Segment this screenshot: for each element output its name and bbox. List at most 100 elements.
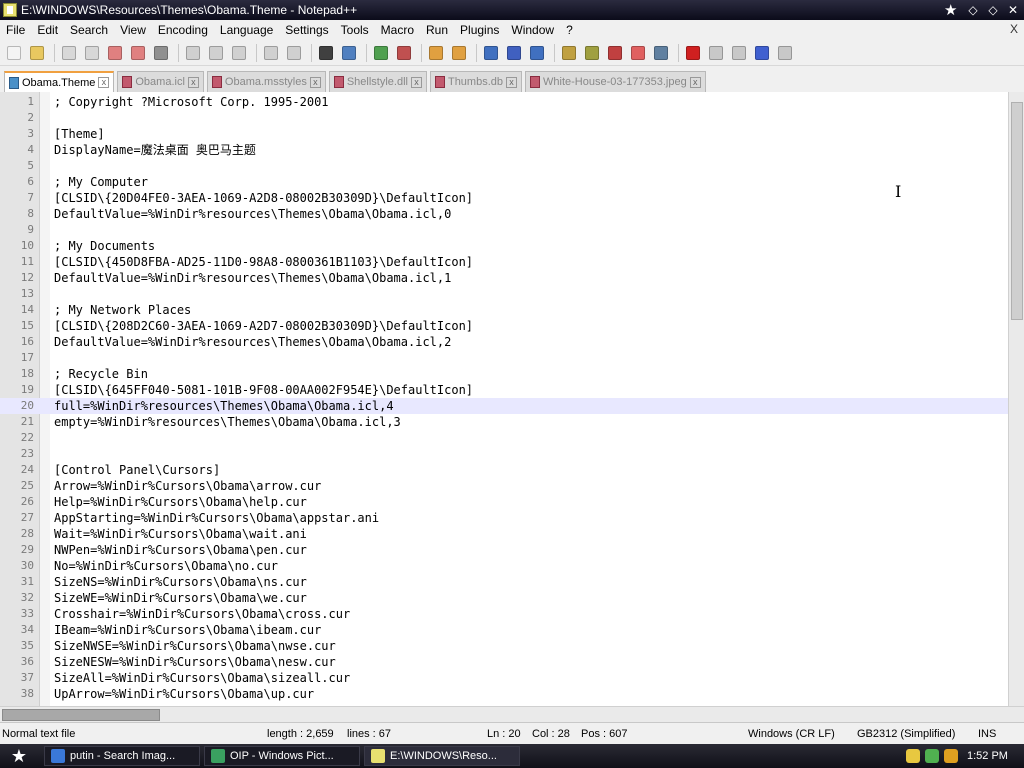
menu-plugins[interactable]: Plugins — [454, 23, 505, 37]
tab-white-house-03-177353-jpeg[interactable]: White-House-03-177353.jpeg x — [525, 71, 706, 92]
menu-macro[interactable]: Macro — [375, 23, 420, 37]
line-text[interactable]: SizeNWSE=%WinDir%Cursors\Obama\nwse.cur — [54, 638, 336, 654]
line-text[interactable]: [CLSID\{450D8FBA-AD25-11D0-98A8-0800361B… — [54, 254, 473, 270]
vertical-scrollbar[interactable] — [1008, 92, 1024, 706]
print-button[interactable] — [151, 43, 171, 63]
line-text[interactable]: ; My Documents — [54, 238, 155, 254]
line-text[interactable]: IBeam=%WinDir%Cursors\Obama\ibeam.cur — [54, 622, 321, 638]
code-line[interactable]: 24 [Control Panel\Cursors] — [0, 462, 1008, 478]
code-line[interactable]: 7 [CLSID\{20D04FE0-3AEA-1069-A2D8-08002B3… — [0, 190, 1008, 206]
code-line[interactable]: 15 [CLSID\{208D2C60-3AEA-1069-A2D7-08002B… — [0, 318, 1008, 334]
folder-workspace-button[interactable] — [628, 43, 648, 63]
line-text[interactable]: SizeNESW=%WinDir%Cursors\Obama\nesw.cur — [54, 654, 336, 670]
play-macro-button[interactable] — [729, 43, 749, 63]
code-line[interactable]: 38 UpArrow=%WinDir%Cursors\Obama\up.cur — [0, 686, 1008, 702]
code-line[interactable]: 12 DefaultValue=%WinDir%resources\Themes\… — [0, 270, 1008, 286]
copy-button[interactable] — [206, 43, 226, 63]
tab-close-icon[interactable]: x — [187, 76, 199, 88]
udl-button[interactable] — [559, 43, 579, 63]
save-macro-button[interactable] — [775, 43, 795, 63]
line-text[interactable]: DefaultValue=%WinDir%resources\Themes\Ob… — [54, 206, 451, 222]
code-line[interactable]: 11 [CLSID\{450D8FBA-AD25-11D0-98A8-080036… — [0, 254, 1008, 270]
network-icon[interactable] — [925, 749, 939, 763]
replace-button[interactable] — [339, 43, 359, 63]
line-text[interactable]: full=%WinDir%resources\Themes\Obama\Obam… — [54, 398, 394, 414]
code-line[interactable]: 18 ; Recycle Bin — [0, 366, 1008, 382]
line-text[interactable]: NWPen=%WinDir%Cursors\Obama\pen.cur — [54, 542, 307, 558]
paste-button[interactable] — [229, 43, 249, 63]
code-line[interactable]: 8 DefaultValue=%WinDir%resources\Themes\O… — [0, 206, 1008, 222]
tab-close-icon[interactable]: x — [506, 76, 517, 88]
zoom-in-button[interactable] — [371, 43, 391, 63]
menu-help[interactable]: ? — [560, 23, 579, 37]
tab-obama-icl[interactable]: Obama.icl x — [117, 71, 204, 92]
menu-run[interactable]: Run — [420, 23, 454, 37]
menu-tools[interactable]: Tools — [335, 23, 375, 37]
code-line[interactable]: 17 — [0, 350, 1008, 366]
code-line[interactable]: 14 ; My Network Places — [0, 302, 1008, 318]
open-file-button[interactable] — [27, 43, 47, 63]
find-button[interactable] — [316, 43, 336, 63]
line-text[interactable]: ; My Computer — [54, 174, 148, 190]
show-all-chars-button[interactable] — [504, 43, 524, 63]
code-line[interactable]: 4 DisplayName=魔法桌面 奥巴马主题 — [0, 142, 1008, 158]
line-text[interactable]: SizeWE=%WinDir%Cursors\Obama\we.cur — [54, 590, 307, 606]
monitor-button[interactable] — [651, 43, 671, 63]
code-line[interactable]: 10 ; My Documents — [0, 238, 1008, 254]
taskbar-button[interactable]: putin - Search Imag... — [44, 746, 200, 766]
code-line[interactable]: 25 Arrow=%WinDir%Cursors\Obama\arrow.cur — [0, 478, 1008, 494]
close-document-button[interactable]: X — [1010, 22, 1018, 36]
line-text[interactable]: [Theme] — [54, 126, 105, 142]
code-line[interactable]: 21 empty=%WinDir%resources\Themes\Obama\O… — [0, 414, 1008, 430]
code-line[interactable]: 29 NWPen=%WinDir%Cursors\Obama\pen.cur — [0, 542, 1008, 558]
code-line[interactable]: 26 Help=%WinDir%Cursors\Obama\help.cur — [0, 494, 1008, 510]
search-icon[interactable] — [944, 749, 958, 763]
sync-horizontal-button[interactable] — [449, 43, 469, 63]
tab-obama-theme[interactable]: Obama.Theme x — [4, 71, 115, 92]
doc-map-button[interactable] — [582, 43, 602, 63]
code-line[interactable]: 37 SizeAll=%WinDir%Cursors\Obama\sizeall.… — [0, 670, 1008, 686]
menu-settings[interactable]: Settings — [279, 23, 334, 37]
tab-shellstyle-dll[interactable]: Shellstyle.dll x — [328, 71, 427, 92]
code-line[interactable]: 22 — [0, 430, 1008, 446]
line-text[interactable]: ; My Network Places — [54, 302, 191, 318]
line-text[interactable]: AppStarting=%WinDir%Cursors\Obama\appsta… — [54, 510, 379, 526]
close-button[interactable] — [105, 43, 125, 63]
sync-vertical-button[interactable] — [426, 43, 446, 63]
code-line[interactable]: 13 — [0, 286, 1008, 302]
line-text[interactable]: Crosshair=%WinDir%Cursors\Obama\cross.cu… — [54, 606, 350, 622]
code-line[interactable]: 30 No=%WinDir%Cursors\Obama\no.cur — [0, 558, 1008, 574]
code-line[interactable]: 3 [Theme] — [0, 126, 1008, 142]
code-line[interactable]: 5 — [0, 158, 1008, 174]
menu-encoding[interactable]: Encoding — [152, 23, 214, 37]
line-text[interactable]: ; Copyright ?Microsoft Corp. 1995-2001 — [54, 94, 329, 110]
line-text[interactable]: empty=%WinDir%resources\Themes\Obama\Oba… — [54, 414, 401, 430]
close-window-button[interactable]: ✕ — [1004, 2, 1022, 18]
redo-button[interactable] — [284, 43, 304, 63]
function-list-button[interactable] — [605, 43, 625, 63]
code-line[interactable]: 9 — [0, 222, 1008, 238]
menu-search[interactable]: Search — [64, 23, 114, 37]
new-file-button[interactable] — [4, 43, 24, 63]
indent-guide-button[interactable] — [527, 43, 547, 63]
line-text[interactable]: [Control Panel\Cursors] — [54, 462, 220, 478]
line-text[interactable]: Wait=%WinDir%Cursors\Obama\wait.ani — [54, 526, 307, 542]
tab-close-icon[interactable]: x — [309, 76, 321, 88]
menu-language[interactable]: Language — [214, 23, 279, 37]
code-line[interactable]: 6 ; My Computer — [0, 174, 1008, 190]
run-macro-button[interactable] — [752, 43, 772, 63]
line-text[interactable]: [CLSID\{645FF040-5081-101B-9F08-00AA002F… — [54, 382, 473, 398]
code-line[interactable]: 36 SizeNESW=%WinDir%Cursors\Obama\nesw.cu… — [0, 654, 1008, 670]
taskbar-button[interactable]: E:\WINDOWS\Reso... — [364, 746, 520, 766]
shield-icon[interactable] — [906, 749, 920, 763]
cut-button[interactable] — [183, 43, 203, 63]
star-icon[interactable]: ★ — [944, 1, 957, 19]
menu-window[interactable]: Window — [505, 23, 560, 37]
start-button[interactable]: ★ — [4, 746, 34, 766]
line-text[interactable]: SizeAll=%WinDir%Cursors\Obama\sizeall.cu… — [54, 670, 350, 686]
line-text[interactable]: No=%WinDir%Cursors\Obama\no.cur — [54, 558, 278, 574]
line-text[interactable]: [CLSID\{208D2C60-3AEA-1069-A2D7-08002B30… — [54, 318, 473, 334]
save-all-button[interactable] — [82, 43, 102, 63]
undo-button[interactable] — [261, 43, 281, 63]
code-line[interactable]: 23 — [0, 446, 1008, 462]
